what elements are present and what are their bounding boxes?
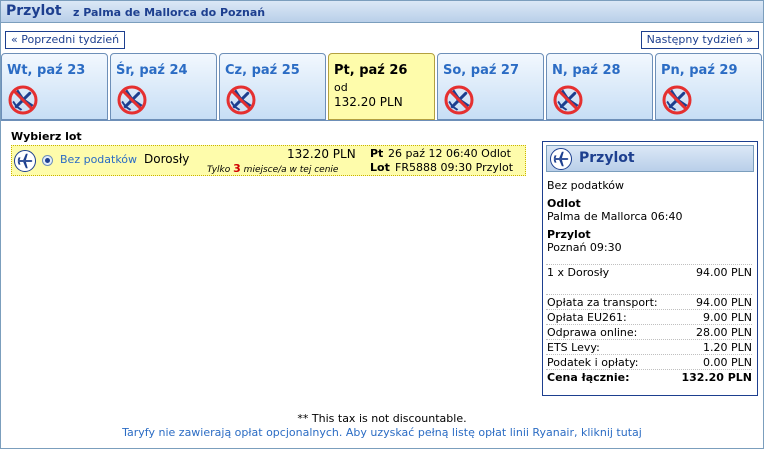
fare-radio[interactable] [42, 155, 53, 166]
flight-label: Lot [370, 161, 390, 174]
summary-total-row: Cena łącznie: 132.20 PLN [546, 369, 752, 384]
tax-note: ** This tax is not discountable. [297, 412, 467, 425]
fees-info-link[interactable]: Taryfy nie zawierają opłat opcjonalnych.… [0, 426, 764, 439]
summary-row-label: 1 x Dorosły [547, 266, 610, 279]
airplane-icon [550, 148, 572, 170]
no-flight-icon [553, 85, 583, 115]
summary-fee-row: Odprawa online: 28.00 PLN [546, 324, 752, 339]
day-tab-label: Cz, paź 25 [225, 63, 300, 78]
fare-name-link[interactable]: Bez podatków [60, 153, 137, 166]
day-tab-cz-paz-25[interactable]: Cz, paź 25 [219, 53, 326, 120]
choose-flight-label: Wybierz lot [11, 130, 82, 143]
summary-fee-row: Opłata EU261: 9.00 PLN [546, 309, 752, 324]
seats-suffix: miejsce/a w tej cenie [243, 165, 339, 175]
summary-row-label: Opłata EU261: [547, 311, 627, 324]
summary-row-value: 94.00 PLN [696, 266, 752, 279]
summary-row-value: 1.20 PLN [703, 341, 752, 354]
departure-day: Pt [370, 147, 384, 160]
flight-info: FR5888 09:30 Przylot [395, 161, 514, 174]
passenger-type: Dorosły [144, 152, 190, 166]
no-flight-icon [117, 85, 147, 115]
day-tab-n-paz-28[interactable]: N, paź 28 [546, 53, 653, 120]
summary-fare-name: Bez podatków [547, 179, 625, 192]
summary-arrive-value: Poznań 09:30 [547, 241, 622, 254]
day-tab-sr-paz-24[interactable]: Śr, paź 24 [110, 53, 217, 120]
no-flight-icon [8, 85, 38, 115]
summary-total-label: Cena łącznie: [547, 371, 630, 384]
summary-row-value: 9.00 PLN [703, 311, 752, 324]
price-summary-panel: Przylot Bez podatków Odlot Palma de Mall… [542, 141, 758, 396]
summary-fee-row: Opłata za transport: 94.00 PLN [546, 294, 752, 309]
day-tab-so-paz-27[interactable]: So, paź 27 [437, 53, 544, 120]
summary-row-label: Podatek i opłaty: [547, 356, 639, 369]
summary-row-label: ETS Levy: [547, 341, 600, 354]
summary-depart-label: Odlot [547, 197, 581, 210]
summary-row-label: Odprawa online: [547, 326, 638, 339]
panel-header: Przylot z Palma de Mallorca do Poznań [1, 1, 763, 23]
previous-week-button[interactable]: « Poprzedni tydzień [5, 31, 126, 49]
summary-total-value: 132.20 PLN [681, 371, 752, 384]
day-tab-from-label: od [334, 81, 348, 94]
summary-depart-value: Palma de Mallorca 06:40 [547, 210, 683, 223]
day-tab-label: So, paź 27 [443, 63, 520, 78]
day-tab-pt-paz-26[interactable]: Pt, paź 26 od 132.20 PLN [328, 53, 435, 120]
panel-title: Przylot [6, 3, 62, 19]
summary-title: Przylot [579, 150, 635, 166]
day-tab-label: Śr, paź 24 [116, 63, 188, 78]
seats-prefix: Tylko [207, 165, 231, 175]
day-tab-label: Pn, paź 29 [661, 63, 738, 78]
summary-row-value: 28.00 PLN [696, 326, 752, 339]
no-flight-icon [444, 85, 474, 115]
summary-row-label: Opłata za transport: [547, 296, 658, 309]
day-tab-label: N, paź 28 [552, 63, 621, 78]
summary-row-value: 0.00 PLN [703, 356, 752, 369]
next-week-button[interactable]: Następny tydzień » [640, 31, 759, 49]
airplane-icon [14, 150, 36, 172]
route-title: z Palma de Mallorca do Poznań [73, 6, 266, 19]
no-flight-icon [662, 85, 692, 115]
day-tab-price: 132.20 PLN [334, 95, 403, 109]
flight-option-row[interactable]: Bez podatków Dorosły 132.20 PLN Tylko 3 … [11, 145, 526, 176]
day-tab-pn-paz-29[interactable]: Pn, paź 29 [655, 53, 762, 120]
departure-info: 26 paź 12 06:40 Odlot [388, 147, 511, 160]
summary-header: Przylot [546, 145, 754, 172]
summary-passenger-row: 1 x Dorosły 94.00 PLN [546, 264, 752, 279]
fare-price: 132.20 PLN [287, 147, 356, 161]
day-tab-label: Pt, paź 26 [334, 63, 408, 78]
seats-count: 3 [233, 162, 241, 175]
day-tab-wt-paz-23[interactable]: Wt, paź 23 [1, 53, 108, 120]
day-tab-label: Wt, paź 23 [7, 63, 86, 78]
summary-row-value: 94.00 PLN [696, 296, 752, 309]
no-flight-icon [226, 85, 256, 115]
summary-fee-row: Podatek i opłaty: 0.00 PLN [546, 354, 752, 369]
summary-arrive-label: Przylot [547, 228, 591, 241]
summary-fee-row: ETS Levy: 1.20 PLN [546, 339, 752, 354]
seats-remaining: Tylko 3 miejsce/a w tej cenie [207, 162, 338, 175]
